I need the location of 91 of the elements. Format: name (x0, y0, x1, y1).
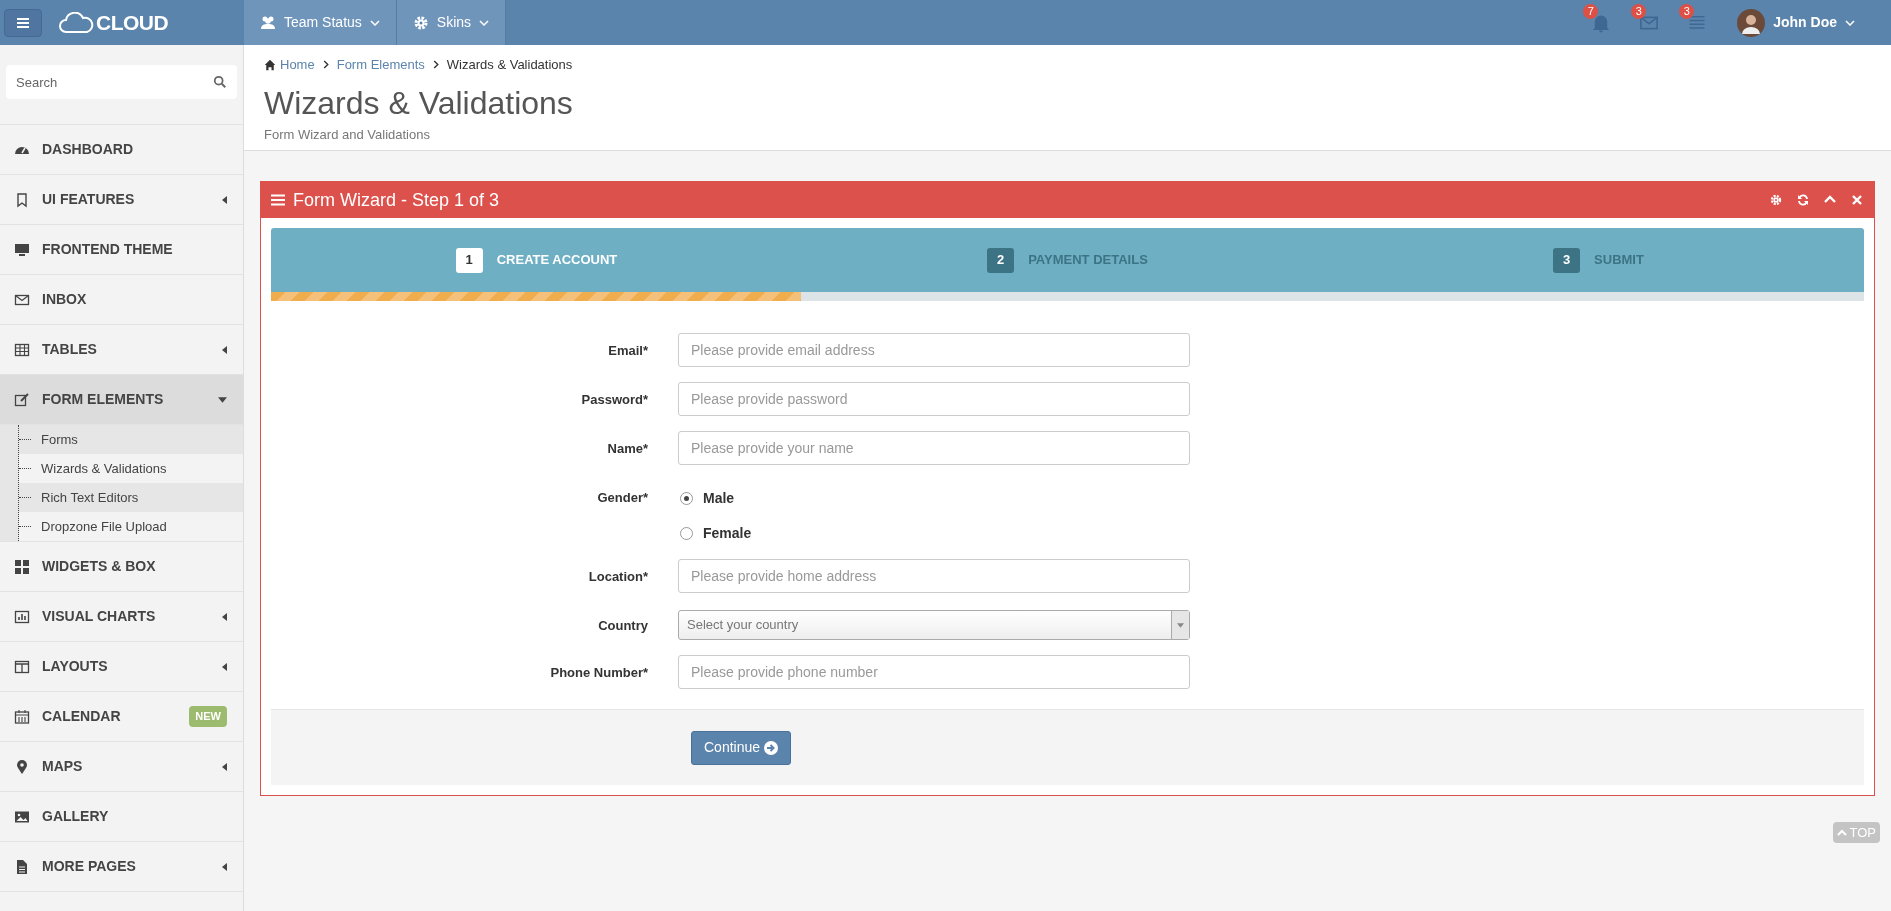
caret-left-icon (222, 762, 227, 771)
menu-icon (17, 17, 29, 28)
avatar-icon (1737, 8, 1766, 37)
notification-button[interactable]: 7 (1581, 0, 1622, 45)
field-label: Email* (607, 342, 649, 360)
sidebar-item[interactable]: LAYOUTS (0, 642, 243, 692)
radio-label: Female (703, 524, 752, 543)
breadcrumb-current-page: Wizards & Validations (446, 56, 573, 74)
chevron-right-icon (432, 60, 439, 70)
gear-icon (412, 14, 429, 31)
field-label: Name* (606, 440, 649, 458)
wizard-step[interactable]: 2 PAYMENT DETAILS (802, 247, 1333, 273)
table-icon (14, 341, 30, 358)
field-label: Password* (580, 391, 649, 409)
step-number: 2 (987, 247, 1015, 273)
search-icon (213, 75, 227, 89)
edit-icon (14, 391, 30, 408)
caret-down-icon (218, 396, 227, 403)
new-badge: NEW (189, 706, 227, 727)
bar-chart-icon (14, 608, 30, 625)
notification-count: 3 (1631, 4, 1647, 19)
field-label: Country (597, 617, 649, 635)
user-menu[interactable]: John Doe (1737, 8, 1855, 37)
breadcrumb-link[interactable]: Form Elements (336, 55, 425, 75)
home-icon (264, 58, 276, 71)
sidebar-item[interactable]: CALENDAR NEW (0, 692, 243, 742)
logo: CLOUD (58, 6, 169, 39)
chevron-down-icon (479, 19, 490, 26)
refresh-icon[interactable] (1797, 193, 1810, 207)
wizard-step[interactable]: 3 SUBMIT (1333, 247, 1864, 273)
sidebar-item[interactable]: FORM ELEMENTS (0, 375, 243, 425)
map-pin-icon (14, 758, 30, 775)
chevron-up-icon (1836, 829, 1847, 836)
text-field[interactable]: Please provide your name (678, 431, 1190, 465)
sidebar-item[interactable]: WIDGETS & BOX (0, 542, 243, 592)
settings-icon[interactable] (1770, 193, 1783, 207)
country-select[interactable]: Select your country (678, 610, 1190, 640)
arrow-circle-right-icon (764, 740, 779, 755)
sidebar-item[interactable]: GALLERY (0, 792, 243, 842)
caret-left-icon (222, 662, 227, 671)
chevron-right-icon (322, 60, 329, 70)
bookmark-icon (14, 191, 30, 208)
caret-left-icon (222, 195, 227, 204)
caret-left-icon (222, 862, 227, 871)
text-field[interactable]: Please provide email address (678, 333, 1190, 367)
panel-title: Form Wizard - Step 1 of 3 (293, 188, 501, 212)
menu-button[interactable] (4, 8, 42, 37)
search-field[interactable]: Search (6, 65, 237, 99)
chevron-down-icon (1845, 19, 1855, 26)
step-number: 1 (455, 247, 483, 273)
cloud-icon (58, 11, 94, 34)
submenu-item[interactable]: Wizards & Validations (19, 454, 243, 483)
notification-button[interactable]: 3 (1629, 0, 1670, 45)
columns-icon (14, 658, 30, 675)
chevron-down-icon (369, 19, 380, 26)
sidebar-item[interactable]: VISUAL CHARTS (0, 592, 243, 642)
file-icon (14, 858, 30, 875)
sidebar-item[interactable]: DASHBOARD (0, 125, 243, 175)
page-subtitle: Form Wizard and Validations (264, 125, 431, 144)
monitor-icon (14, 241, 30, 258)
page-title: Wizards & Validations (264, 83, 574, 123)
sidebar-item[interactable]: UI FEATURES (0, 175, 243, 225)
field-label: Phone Number* (549, 664, 649, 682)
caret-down-icon (1177, 622, 1184, 628)
breadcrumb-link[interactable]: Home (264, 55, 315, 75)
continue-button[interactable]: Continue (691, 730, 792, 765)
close-icon[interactable] (1851, 193, 1864, 207)
sidebar-item[interactable]: MAPS (0, 742, 243, 792)
caret-left-icon (222, 612, 227, 621)
radio-label: Male (703, 489, 735, 508)
menu-icon (271, 194, 285, 206)
field-label: Gender* (596, 489, 649, 507)
notification-count: 7 (1583, 4, 1599, 19)
radio-button[interactable] (680, 492, 693, 505)
submenu-item[interactable]: Dropzone File Upload (19, 512, 243, 541)
text-field[interactable]: Please provide phone number (678, 655, 1190, 689)
notification-button[interactable]: 3 (1677, 0, 1718, 45)
sidebar-item[interactable]: INBOX (0, 275, 243, 325)
notification-count: 3 (1679, 4, 1695, 19)
users-icon (260, 14, 276, 31)
grid-icon (14, 558, 30, 575)
wizard-step[interactable]: 1 CREATE ACCOUNT (271, 247, 802, 273)
sidebar-item[interactable]: MORE PAGES (0, 842, 243, 892)
text-field[interactable]: Please provide home address (678, 559, 1190, 593)
text-field[interactable]: Please provide password (678, 382, 1190, 416)
calendar-icon (14, 708, 30, 725)
radio-button[interactable] (680, 527, 693, 540)
sidebar-item[interactable]: FRONTEND THEME (0, 225, 243, 275)
step-number: 3 (1553, 247, 1581, 273)
caret-left-icon (222, 345, 227, 354)
field-label: Location* (587, 568, 649, 586)
